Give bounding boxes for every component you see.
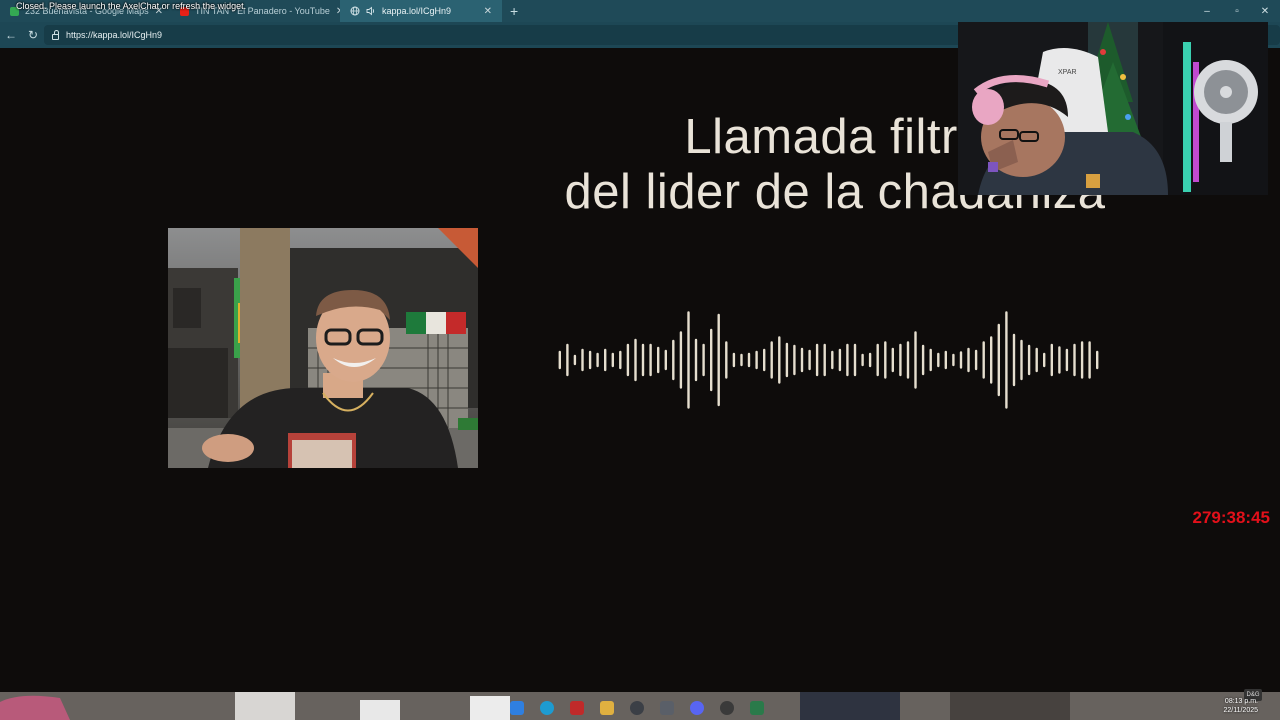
new-tab-button[interactable]: +: [502, 0, 526, 22]
clock-time: 08:13 p.m.: [1224, 698, 1258, 705]
lock-icon: [52, 29, 59, 40]
speaker-icon[interactable]: [366, 6, 376, 16]
globe-icon: [350, 6, 360, 16]
windows-start-icon[interactable]: [510, 701, 524, 715]
url-text: https://kappa.lol/ICgHn9: [66, 30, 163, 40]
audio-waveform: [558, 311, 1099, 409]
chair-brand-text: XPAR: [1058, 69, 1077, 76]
file-explorer-icon[interactable]: [600, 701, 614, 715]
discord-icon[interactable]: [690, 701, 704, 715]
clock-date: 22/11/2025: [1223, 707, 1258, 714]
caller-photo: [168, 228, 478, 468]
system-clock[interactable]: 08:13 p.m. 22/11/2025: [1223, 697, 1258, 715]
close-icon[interactable]: ✕: [484, 6, 492, 17]
tab-label: kappa.lol/ICgHn9: [382, 6, 452, 16]
minimize-icon[interactable]: –: [1192, 0, 1222, 22]
webcam-overlay: XPAR: [958, 22, 1268, 195]
steam-icon[interactable]: [630, 701, 644, 715]
window-close-icon[interactable]: ✕: [1250, 0, 1280, 22]
tab-kappa[interactable]: kappa.lol/ICgHn9 ✕: [340, 0, 502, 22]
maximize-icon[interactable]: ▫: [1222, 0, 1252, 22]
stream-timer: 279:38:45: [1192, 508, 1270, 527]
reload-icon[interactable]: ↻: [22, 22, 44, 48]
back-icon[interactable]: ←: [0, 22, 22, 48]
app-icon-3[interactable]: [750, 701, 764, 715]
app-icon[interactable]: [570, 701, 584, 715]
obs-icon[interactable]: [720, 701, 734, 715]
edge-browser-icon[interactable]: [540, 701, 554, 715]
widget-notice: Closed. Please launch the AxelChat or re…: [16, 1, 247, 11]
screen: 232 Buenavista - Google Maps ✕ TIN TAN -…: [0, 0, 1280, 720]
app-icon-2[interactable]: [660, 701, 674, 715]
